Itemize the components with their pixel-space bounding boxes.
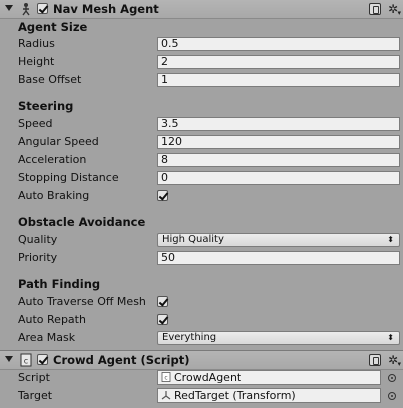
dropdown-arrow-icon: ⬍ (387, 235, 394, 244)
object-picker-icon[interactable] (388, 392, 396, 400)
area-mask-dropdown[interactable]: Everything ⬍ (157, 331, 400, 345)
height-label: Height (18, 55, 55, 68)
stopping-distance-label: Stopping Distance (18, 171, 119, 184)
gear-icon[interactable]: ✲ (388, 353, 401, 371)
quality-value: High Quality (162, 234, 224, 245)
nav-mesh-agent-header[interactable]: Nav Mesh Agent ✲ (0, 0, 403, 20)
speed-label: Speed (18, 117, 53, 130)
crowd-agent-enabled-checkbox[interactable] (37, 354, 48, 365)
quality-label: Quality (18, 233, 58, 246)
radius-field[interactable]: 0.5 (157, 37, 400, 51)
auto-traverse-label: Auto Traverse Off Mesh (18, 295, 146, 308)
stopping-distance-field[interactable]: 0 (157, 171, 400, 185)
script-field[interactable]: c CrowdAgent (157, 370, 381, 385)
transform-icon (161, 391, 171, 400)
foldout-arrow-icon[interactable] (5, 356, 13, 362)
auto-repath-checkbox[interactable] (157, 314, 168, 325)
script-label: Script (18, 371, 50, 384)
acceleration-field[interactable]: 8 (157, 153, 400, 167)
auto-repath-label: Auto Repath (18, 313, 86, 326)
script-value: CrowdAgent (174, 371, 242, 384)
script-icon: c (20, 353, 32, 367)
radius-label: Radius (18, 37, 55, 50)
nav-mesh-agent-title: Nav Mesh Agent (53, 2, 159, 16)
priority-field[interactable]: 50 (157, 251, 400, 265)
target-field[interactable]: RedTarget (Transform) (157, 388, 381, 403)
script-icon: c (161, 372, 171, 382)
auto-braking-label: Auto Braking (18, 189, 90, 202)
speed-field[interactable]: 3.5 (157, 117, 400, 131)
dropdown-arrow-icon: ⬍ (387, 333, 394, 342)
auto-braking-checkbox[interactable] (157, 190, 168, 201)
help-book-icon[interactable] (369, 354, 381, 366)
base-offset-label: Base Offset (18, 73, 82, 86)
angular-speed-label: Angular Speed (18, 135, 99, 148)
crowd-agent-header[interactable]: c Crowd Agent (Script) ✲ (0, 350, 403, 371)
obstacle-avoidance-heading: Obstacle Avoidance (18, 215, 146, 229)
help-book-icon[interactable] (369, 3, 381, 15)
crowd-agent-title: Crowd Agent (Script) (53, 353, 190, 367)
target-label: Target (18, 389, 53, 402)
priority-label: Priority (18, 251, 58, 264)
area-mask-value: Everything (162, 332, 217, 343)
height-field[interactable]: 2 (157, 55, 400, 69)
foldout-arrow-icon[interactable] (5, 5, 13, 11)
svg-text:c: c (164, 375, 167, 382)
area-mask-label: Area Mask (18, 331, 76, 344)
angular-speed-field[interactable]: 120 (157, 135, 400, 149)
object-picker-icon[interactable] (388, 374, 396, 382)
gear-icon[interactable]: ✲ (388, 2, 401, 20)
target-value: RedTarget (Transform) (174, 389, 296, 402)
agent-size-heading: Agent Size (18, 20, 88, 34)
nav-mesh-agent-icon (22, 3, 30, 16)
svg-text:c: c (24, 357, 28, 366)
steering-heading: Steering (18, 99, 74, 113)
auto-traverse-checkbox[interactable] (157, 296, 168, 307)
path-finding-heading: Path Finding (18, 277, 101, 291)
nav-mesh-agent-enabled-checkbox[interactable] (37, 3, 48, 14)
base-offset-field[interactable]: 1 (157, 73, 400, 87)
quality-dropdown[interactable]: High Quality ⬍ (157, 233, 400, 247)
acceleration-label: Acceleration (18, 153, 87, 166)
